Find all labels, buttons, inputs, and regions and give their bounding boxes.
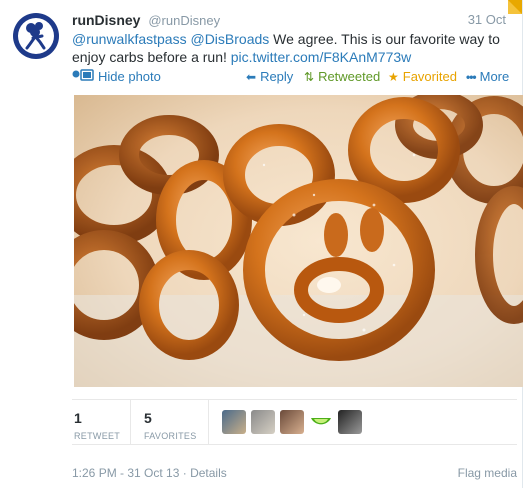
avatar[interactable]	[280, 410, 304, 434]
reply-icon: ⬅	[246, 69, 257, 84]
tweet-footer: 1:26 PM - 31 Oct 13 · Details Flag media	[72, 466, 517, 480]
avatar[interactable]	[12, 12, 60, 60]
more-icon: •••	[466, 69, 477, 84]
favorite-count-value: 5	[144, 410, 152, 426]
tweet-photo[interactable]	[74, 95, 523, 387]
stats-divider	[208, 400, 209, 444]
retweet-count-value: 1	[74, 410, 82, 426]
star-icon: ★	[512, 0, 521, 9]
favorite-label: Favorited	[402, 69, 457, 84]
tweet-date[interactable]: 31 Oct	[468, 12, 506, 27]
tweet-card: ★ runDisney @runDisney 31 Oct @runwalkfa…	[0, 0, 523, 488]
avatar[interactable]	[251, 410, 275, 434]
user-handle[interactable]: @runDisney	[148, 13, 220, 28]
retweet-button[interactable]: ⇅ Retweeted	[304, 69, 380, 84]
retweet-count-label: RETWEET	[74, 431, 121, 441]
retweet-label: Retweeted	[318, 69, 381, 84]
user-name[interactable]: runDisney	[72, 12, 140, 28]
avatar[interactable]	[309, 410, 333, 434]
reply-label: Reply	[260, 69, 294, 84]
stats-divider	[130, 400, 131, 444]
avatar[interactable]	[222, 410, 246, 434]
tweet-actions: Hide photo ⬅ Reply ⇅ Retweeted ★ Favorit…	[72, 69, 517, 85]
details-link[interactable]: Details	[190, 466, 227, 480]
pretzel-photo-image	[74, 95, 523, 387]
favorite-button[interactable]: ★ Favorited	[388, 69, 457, 84]
retweet-count[interactable]: 1 RETWEET	[74, 410, 120, 441]
more-button[interactable]: ••• More	[466, 69, 509, 84]
hide-photo-button[interactable]: Hide photo	[72, 69, 161, 84]
tweet-text: @runwalkfastpass @DisBroads We agree. Th…	[72, 30, 512, 66]
favorite-count-label: FAVORITES	[144, 431, 197, 441]
mention-link[interactable]: @runwalkfastpass	[72, 31, 187, 47]
runner-icon	[18, 18, 54, 54]
photo-icon	[72, 69, 94, 84]
tweet-stats: 1 RETWEET 5 FAVORITES	[72, 399, 517, 445]
tweet-header: runDisney @runDisney 31 Oct	[72, 12, 510, 30]
favoriters-list	[222, 410, 362, 434]
favorite-corner-badge: ★	[508, 0, 522, 14]
star-icon: ★	[388, 69, 399, 84]
avatar-ring	[13, 13, 59, 59]
reply-button[interactable]: ⬅ Reply	[246, 69, 293, 84]
footer-separator: ·	[179, 466, 191, 480]
mention-link[interactable]: @DisBroads	[190, 31, 269, 47]
tweet-timestamp: 1:26 PM - 31 Oct 13	[72, 466, 180, 480]
photo-link[interactable]: pic.twitter.com/F8KAnM773w	[231, 49, 412, 65]
hide-photo-label: Hide photo	[98, 69, 161, 84]
more-label: More	[479, 69, 510, 84]
retweet-icon: ⇅	[304, 69, 315, 84]
avatar[interactable]	[338, 410, 362, 434]
flag-media-link[interactable]: Flag media	[458, 466, 517, 480]
favorite-count[interactable]: 5 FAVORITES	[144, 410, 197, 441]
